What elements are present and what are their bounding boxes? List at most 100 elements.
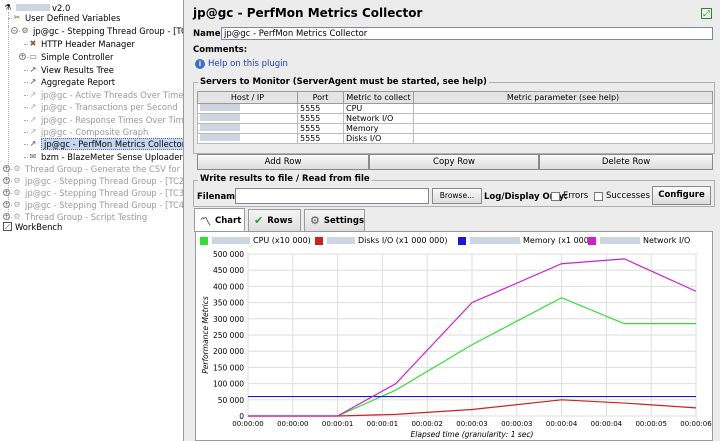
legend-swatch [588, 236, 596, 245]
response-times-node[interactable]: ↗ jp@gc - Response Times Over Time [28, 114, 183, 125]
tree-connector [24, 70, 28, 71]
col-param[interactable]: Metric parameter (see help) [413, 91, 713, 104]
listener-icon: ↗ [29, 126, 37, 136]
tree-node-label: jp@gc - Stepping Thread Group - [TC1] [33, 25, 184, 36]
tree-node-label: Thread Group - Script Testing [25, 211, 148, 222]
param-cell[interactable] [413, 113, 713, 124]
param-cell[interactable] [413, 103, 713, 114]
tree-node-label: Simple Controller [41, 51, 114, 62]
servers-table[interactable]: Host / IP Port Metric to collect Metric … [197, 91, 713, 144]
stepping-thread-group-tc4-node[interactable]: ⚙ jp@gc - Stepping Thread Group - [TC4] [12, 199, 184, 210]
successes-checkbox-box[interactable] [594, 191, 603, 201]
controller-icon: ▭ [29, 51, 37, 61]
metric-cell[interactable]: Network I/O [343, 113, 414, 124]
tree-connector [8, 18, 12, 19]
redacted-text [200, 114, 240, 121]
metric-cell[interactable]: Memory [343, 123, 414, 134]
tree-connector [24, 95, 28, 96]
simple-controller-node[interactable]: ▭ Simple Controller [28, 51, 113, 62]
stepping-thread-group-tc2-node[interactable]: ⚙ jp@gc - Stepping Thread Group - [TC2] [12, 175, 184, 186]
param-cell[interactable] [413, 133, 713, 144]
http-header-manager-node[interactable]: ✖ HTTP Header Manager [28, 38, 135, 49]
successes-checkbox[interactable]: Successes [594, 191, 650, 201]
aggregate-report-node[interactable]: ↗ Aggregate Report [28, 76, 115, 87]
col-port[interactable]: Port [297, 91, 344, 104]
thread-group-icon: ⚙ [13, 187, 21, 197]
thread-group-icon: ⚙ [21, 25, 29, 35]
uploader-icon: ✉ [29, 151, 37, 161]
errors-checkbox-box[interactable] [551, 191, 560, 201]
host-cell[interactable] [197, 113, 298, 124]
chart-plot: 050 000100 000150 000200 000250 000300 0… [201, 250, 712, 439]
table-row[interactable]: 5555 Memory [197, 123, 713, 134]
y-axis-label: Performance Metrics [201, 296, 210, 374]
tree-node-label: jp@gc - Stepping Thread Group - [TC2] [25, 175, 184, 186]
perfmon-metrics-collector-node[interactable]: ↗ jp@gc - PerfMon Metrics Collector [28, 137, 183, 150]
test-plan-tree[interactable]: ⚗ v2.0 ✂ User Defined Variables ⚙ jp@gc - S… [0, 0, 184, 441]
y-tick-label: 150 000 [213, 363, 244, 372]
help-link[interactable]: i Help on this plugin [195, 59, 288, 69]
chart-icon: 〽 [200, 214, 211, 228]
stepping-thread-group-tc3-node[interactable]: ⚙ jp@gc - Stepping Thread Group - [TC3] [12, 187, 183, 198]
user-defined-variables-node[interactable]: ✂ User Defined Variables [12, 12, 121, 23]
table-row[interactable]: 5555 Network I/O [197, 113, 713, 124]
tree-connector [24, 82, 28, 83]
workbench-icon: ⟋ [3, 222, 12, 231]
metric-cell[interactable]: CPU [343, 103, 414, 114]
workbench-node[interactable]: ⟋ WorkBench [3, 221, 62, 232]
tree-connector [24, 107, 28, 108]
thread-group-icon: ⚙ [13, 199, 21, 209]
test-plan-icon: ⚗ [4, 2, 12, 12]
port-cell[interactable]: 5555 [297, 113, 344, 124]
host-cell[interactable] [197, 103, 298, 114]
config-icon: ✖ [29, 38, 37, 48]
x-tick-label: 00:00:02 [411, 420, 442, 428]
filename-input[interactable] [235, 188, 429, 204]
add-row-button[interactable]: Add Row [197, 154, 369, 170]
tree-connector [8, 217, 12, 218]
errors-checkbox[interactable]: Errors [551, 191, 588, 201]
legend-item-network[interactable]: Network I/O [588, 236, 690, 245]
thread-group-generate-csv-node[interactable]: ⚙ Thread Group - Generate the CSV for M [12, 163, 183, 174]
tree-node-label: jp@gc - Transactions per Second [41, 101, 178, 112]
active-threads-node[interactable]: ↗ jp@gc - Active Threads Over Time [28, 89, 183, 100]
browse-button[interactable]: Browse... [432, 188, 482, 204]
tab-rows[interactable]: ✔ Rows [248, 209, 301, 231]
main-panel: jp@gc - PerfMon Metrics Collector ⤢ Name… [189, 0, 720, 441]
composite-graph-node[interactable]: ↗ jp@gc - Composite Graph [28, 126, 149, 137]
tree-node-label: jp@gc - Stepping Thread Group - [TC4] [25, 199, 184, 210]
legend-swatch [315, 236, 323, 245]
param-cell[interactable] [413, 123, 713, 134]
table-row[interactable]: 5555 Disks I/O [197, 133, 713, 144]
blazemeter-uploader-node[interactable]: ✉ bzm - BlazeMeter Sense Uploader [28, 151, 183, 162]
tab-chart[interactable]: 〽 Chart [194, 208, 245, 232]
x-tick-label: 00:00:03 [501, 420, 532, 428]
legend-item-memory[interactable]: Memory (x1 000) [458, 236, 592, 245]
delete-row-button[interactable]: Delete Row [539, 154, 713, 170]
view-results-tree-node[interactable]: ↗ View Results Tree [28, 64, 114, 75]
legend-item-cpu[interactable]: CPU (x10 000) [200, 236, 311, 245]
stepping-thread-group-tc1-node[interactable]: ⚙ jp@gc - Stepping Thread Group - [TC1] [20, 25, 184, 36]
port-cell[interactable]: 5555 [297, 103, 344, 114]
tab-settings[interactable]: ⚙ Settings [304, 209, 365, 231]
legend-swatch [200, 236, 208, 245]
chart-panel: CPU (x10 000) Disks I/O (x1 000 000) Mem… [195, 231, 713, 441]
configure-button[interactable]: Configure [652, 186, 711, 205]
name-field[interactable]: jp@gc - PerfMon Metrics Collector [221, 27, 713, 40]
listener-icon: ↗ [29, 114, 37, 124]
port-cell[interactable]: 5555 [297, 123, 344, 134]
legend-swatch [458, 236, 466, 245]
col-metric[interactable]: Metric to collect [343, 91, 414, 104]
transactions-per-second-node[interactable]: ↗ jp@gc - Transactions per Second [28, 101, 178, 112]
expand-icon[interactable]: ⤢ [701, 8, 712, 19]
host-cell[interactable] [197, 123, 298, 134]
legend-item-disks[interactable]: Disks I/O (x1 000 000) [315, 236, 447, 245]
metric-cell[interactable]: Disks I/O [343, 133, 414, 144]
copy-row-button[interactable]: Copy Row [369, 154, 539, 170]
port-cell[interactable]: 5555 [297, 133, 344, 144]
y-tick-label: 300 000 [213, 315, 244, 324]
x-tick-label: 00:00:00 [277, 420, 308, 428]
host-cell[interactable] [197, 133, 298, 144]
table-row[interactable]: 5555 CPU [197, 103, 713, 114]
col-host[interactable]: Host / IP [197, 91, 298, 104]
